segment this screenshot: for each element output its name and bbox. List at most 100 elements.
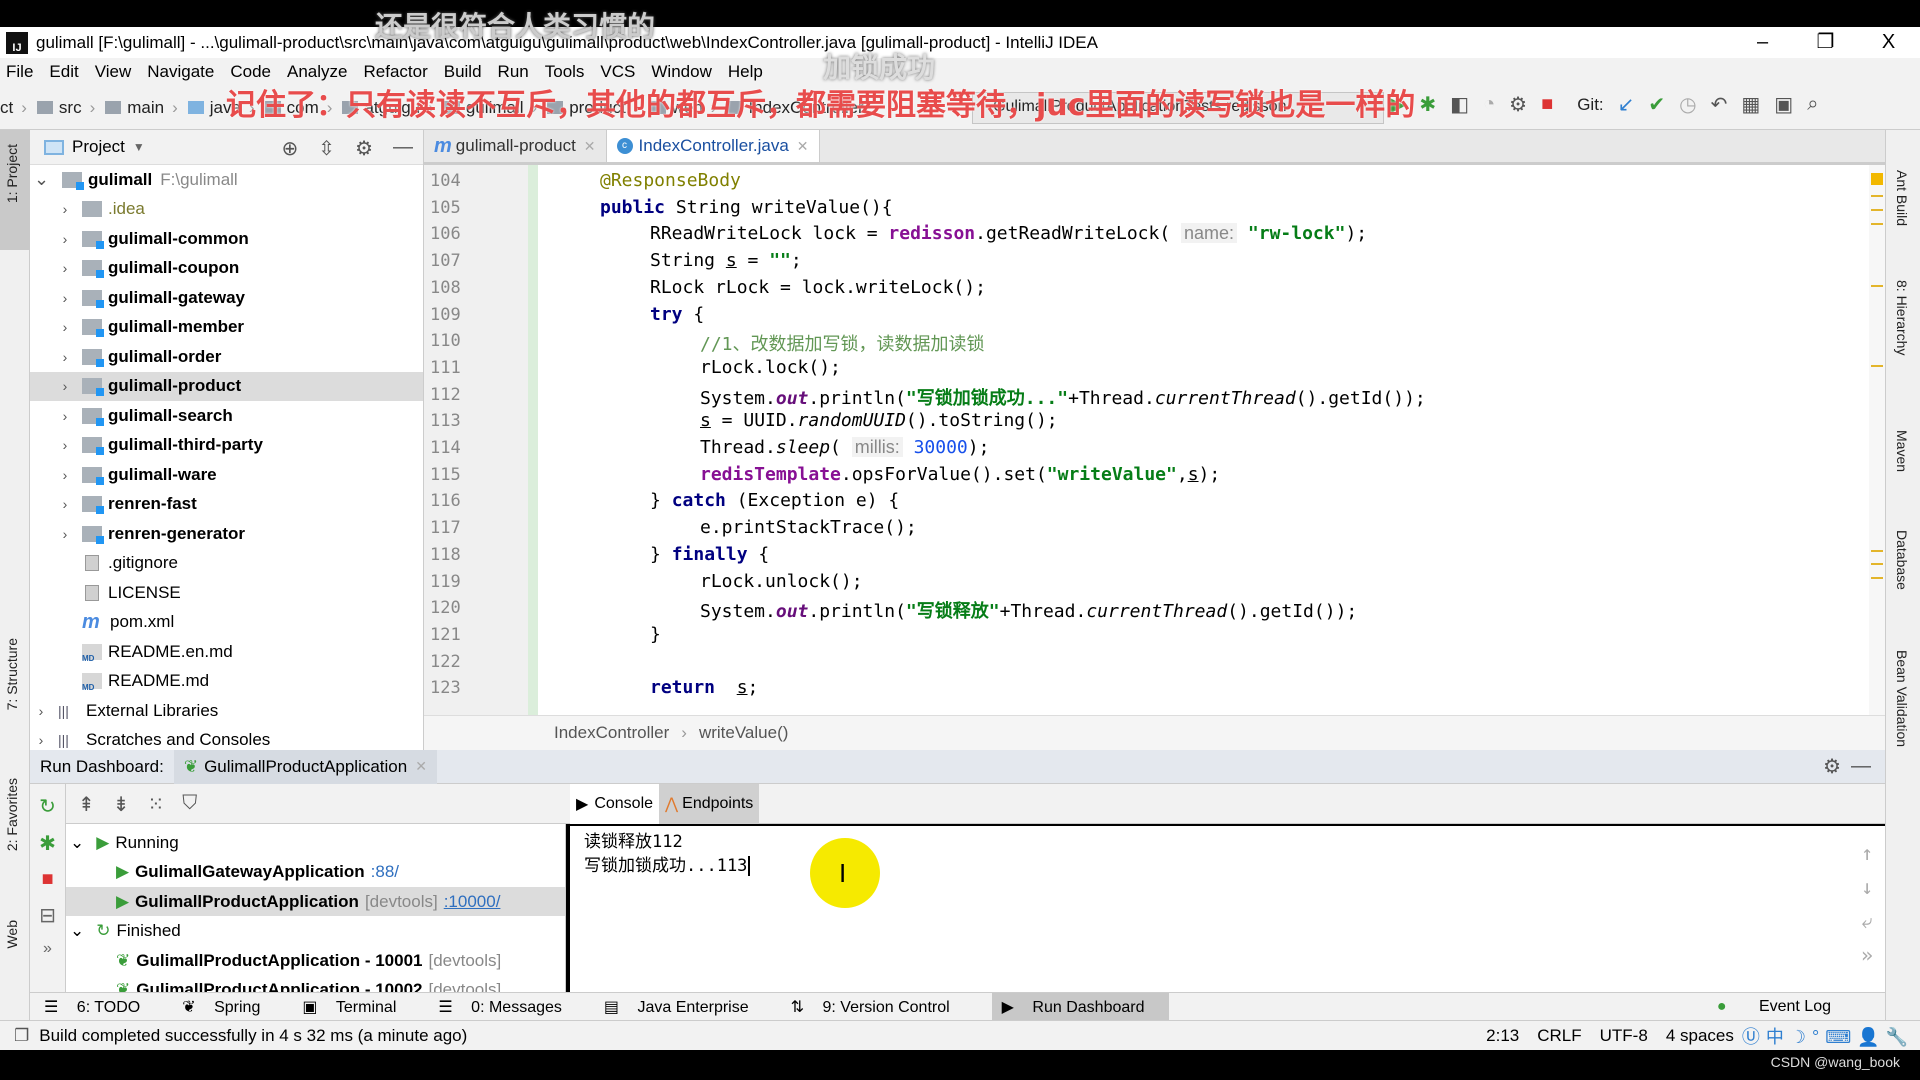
run-item[interactable]: ❦ GulimallProductApplication - 10002 [devt…	[66, 976, 565, 992]
tree-item[interactable]: › gulimall-product	[30, 371, 423, 401]
chevron-down-icon[interactable]: ⌄	[34, 169, 49, 190]
coverage-icon[interactable]: ◧	[1450, 92, 1469, 117]
tree-item[interactable]: › gulimall-member	[30, 313, 423, 342]
group-icon[interactable]: ⁙	[148, 792, 165, 817]
git-commit-icon[interactable]: ✔	[1648, 92, 1665, 117]
close-tab-icon[interactable]: ✕	[415, 758, 427, 775]
tree-item[interactable]: › gulimall-third-party	[30, 431, 423, 460]
run-dashboard-tab[interactable]: ▶ Run Dashboard	[991, 992, 1169, 1021]
menu-edit[interactable]: Edit	[49, 62, 78, 82]
event-log-tab[interactable]: ● Event Log	[1703, 998, 1845, 1016]
tab-gulimall-product[interactable]: m gulimall-product ✕	[424, 130, 607, 162]
menu-vcs[interactable]: VCS	[600, 62, 635, 82]
menu-analyze[interactable]: Analyze	[287, 62, 347, 82]
search-icon[interactable]: ⌕	[1807, 93, 1818, 116]
layout-icon[interactable]: ⊟	[39, 903, 56, 928]
chevron-right-icon[interactable]: ›	[58, 349, 72, 365]
build-icon[interactable]: ⚙	[1509, 92, 1527, 117]
tree-item[interactable]: › renren-generator	[30, 519, 423, 548]
tree-item[interactable]: ⌄ gulimall F:\gulimall	[30, 165, 423, 194]
menu-run[interactable]: Run	[498, 62, 529, 82]
menu-build[interactable]: Build	[444, 62, 482, 82]
messages-tab[interactable]: ☰ 0: Messages	[438, 997, 576, 1017]
hide-icon[interactable]: —	[1851, 755, 1871, 778]
filter-icon[interactable]: ⛉	[182, 792, 197, 817]
more-icon[interactable]: »	[43, 940, 52, 958]
git-update-icon[interactable]: ↙	[1618, 92, 1635, 117]
menu-refactor[interactable]: Refactor	[363, 62, 427, 82]
database-tab[interactable]: Database	[1894, 530, 1910, 590]
menu-navigate[interactable]: Navigate	[147, 62, 214, 82]
chevron-right-icon[interactable]: ›	[58, 496, 72, 512]
project-structure-icon[interactable]: ▦	[1741, 92, 1760, 117]
chevron-right-icon[interactable]: ›	[58, 467, 72, 483]
bean-validation-tab[interactable]: Bean Validation	[1894, 650, 1910, 747]
tree-item[interactable]: › renren-fast	[30, 490, 423, 519]
tree-item[interactable]: › .idea	[30, 195, 423, 224]
run-item-port[interactable]: :10000/	[444, 892, 501, 912]
menu-window[interactable]: Window	[651, 62, 711, 82]
close-tab-icon[interactable]: ✕	[584, 138, 596, 155]
line-separator[interactable]: CRLF	[1537, 1026, 1581, 1046]
structure-tool-tab[interactable]: 7: Structure	[4, 638, 20, 710]
collapse-all-icon[interactable]: ⇟	[113, 792, 130, 817]
collapse-all-icon[interactable]: ⇳	[318, 136, 335, 161]
chevron-right-icon[interactable]: ›	[34, 703, 48, 719]
status-toggle-icon[interactable]: ❐	[14, 1026, 29, 1046]
chevron-right-icon[interactable]: ›	[58, 526, 72, 542]
stop-icon[interactable]: ■	[41, 868, 53, 891]
ime-toolbar-icon[interactable]: Ⓤ中☽°⌨👤🔧	[1742, 1023, 1914, 1049]
rerun-icon[interactable]: ↻	[39, 794, 56, 819]
git-rollback-icon[interactable]: ↶	[1711, 92, 1728, 117]
close-tab-icon[interactable]: ✕	[797, 138, 809, 155]
locate-icon[interactable]: ⊕	[282, 136, 299, 161]
nav-crumb-2[interactable]: main ›	[105, 98, 178, 118]
caret-position[interactable]: 2:13	[1486, 1026, 1519, 1046]
tab-console[interactable]: ▶ Console	[570, 784, 660, 824]
favorites-tool-tab[interactable]: 2: Favorites	[4, 778, 20, 851]
tree-item[interactable]: › gulimall-common	[30, 224, 423, 253]
run-item[interactable]: ▶ GulimallProductApplication [devtools]:10…	[66, 887, 565, 916]
gear-icon[interactable]: ⚙	[355, 136, 373, 161]
hide-icon[interactable]: —	[393, 136, 413, 161]
nav-crumb-1[interactable]: src ›	[36, 98, 95, 118]
minimize-button[interactable]: –	[1731, 27, 1794, 58]
nav-crumb-0[interactable]: ct ›	[0, 98, 27, 118]
chevron-right-icon[interactable]: ›	[58, 290, 72, 306]
project-view-select[interactable]: Project	[72, 137, 125, 157]
chevron-down-icon[interactable]: ⌄	[70, 921, 84, 941]
project-tool-tab[interactable]: 1: Project	[4, 144, 20, 203]
stop-icon[interactable]: ■	[1541, 93, 1553, 116]
maven-tab[interactable]: Maven	[1894, 430, 1910, 472]
web-tool-tab[interactable]: Web	[4, 920, 20, 949]
chevron-right-icon[interactable]: ›	[58, 437, 72, 453]
git-history-icon[interactable]: ◷	[1679, 92, 1696, 117]
debug-icon[interactable]: ✱	[39, 831, 56, 856]
chevron-down-icon[interactable]: ▼	[133, 140, 145, 154]
tree-item[interactable]: › gulimall-gateway	[30, 283, 423, 312]
spring-tab[interactable]: ❦ Spring	[182, 997, 274, 1017]
menu-help[interactable]: Help	[728, 62, 763, 82]
breadcrumb-class[interactable]: IndexController	[554, 723, 669, 743]
tree-item[interactable]: .gitignore	[30, 549, 423, 578]
tree-item[interactable]: m pom.xml	[30, 608, 423, 637]
profile-icon[interactable]: ◔	[1483, 93, 1495, 116]
run-item[interactable]: ▶ GulimallGatewayApplication:88/	[66, 858, 565, 887]
tree-item[interactable]: › gulimall-search	[30, 401, 423, 430]
console-output[interactable]: 读锁释放112 写锁加锁成功...113 ↑ ↓ ⤶ »	[570, 826, 1885, 992]
gear-icon[interactable]: ⚙	[1823, 754, 1841, 779]
run-item[interactable]: ❦ GulimallProductApplication - 10001 [devt…	[66, 946, 565, 975]
close-button[interactable]: X	[1857, 27, 1920, 58]
tree-item[interactable]: README.en.md	[30, 637, 423, 666]
run-group[interactable]: ⌄ ▶ Running	[66, 828, 565, 857]
code-editor[interactable]: 104 105 106 107 108 109 110 111 112 113 114 115 116 1…	[424, 165, 1885, 715]
java-enterprise-tab[interactable]: ▤ Java Enterprise	[604, 997, 763, 1017]
version-control-tab[interactable]: ⇅ 9: Version Control	[791, 997, 964, 1017]
menu-tools[interactable]: Tools	[545, 62, 585, 82]
scroll-up-icon[interactable]: ↑	[1861, 836, 1873, 870]
chevron-right-icon[interactable]: ›	[58, 378, 72, 394]
chevron-down-icon[interactable]: ⌄	[70, 833, 84, 853]
tree-item[interactable]: › gulimall-ware	[30, 460, 423, 489]
indent-setting[interactable]: 4 spaces	[1666, 1026, 1734, 1046]
tree-item[interactable]: README.md	[30, 667, 423, 696]
